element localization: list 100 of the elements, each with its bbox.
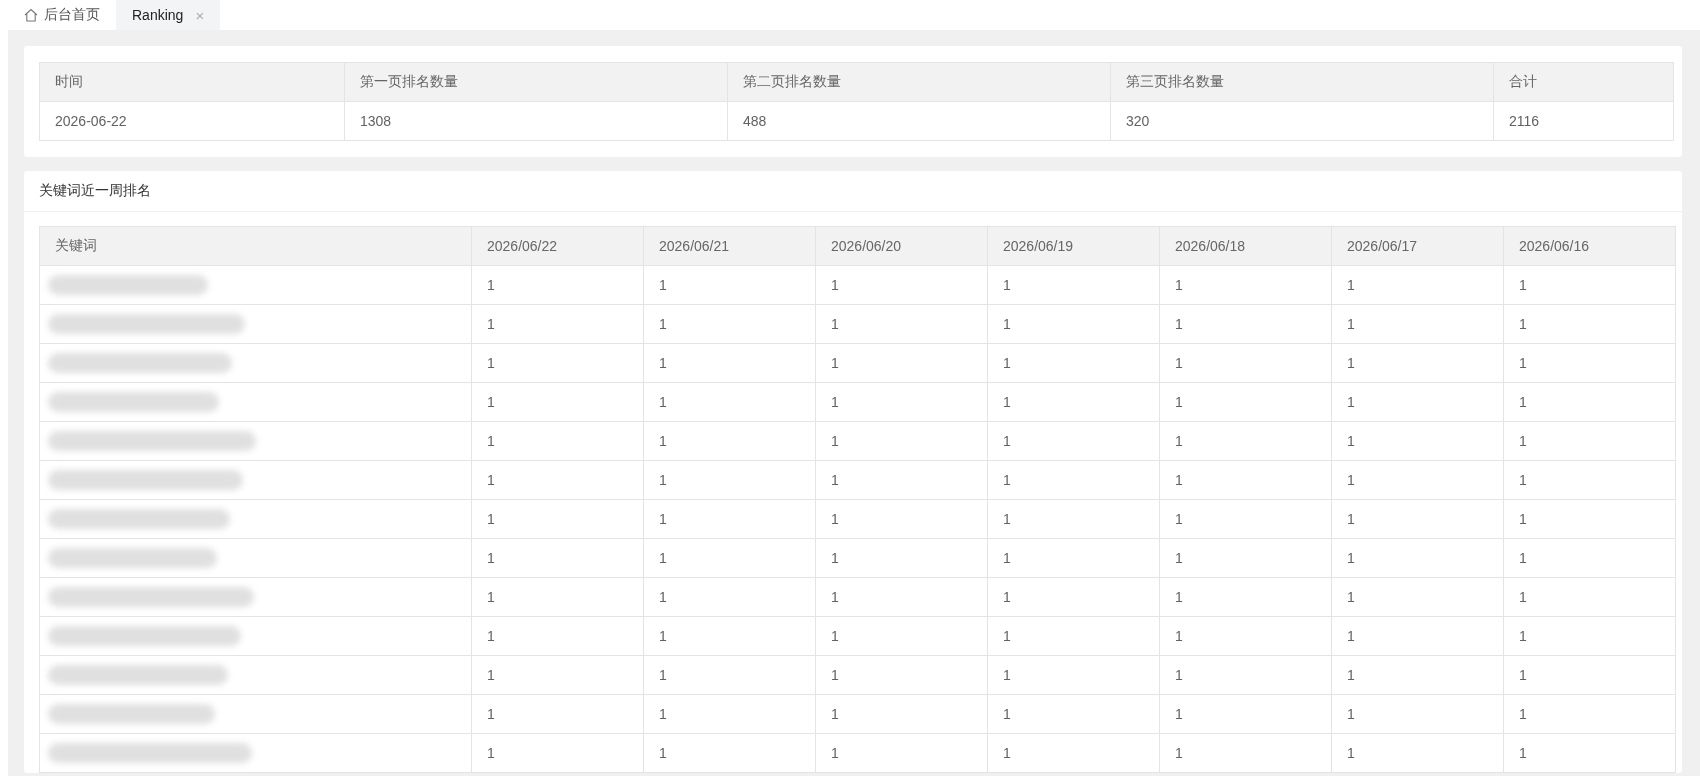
table-cell: 1	[487, 433, 495, 449]
column-header: 第一页排名数量	[360, 73, 458, 89]
table-cell: 1	[487, 550, 495, 566]
table-cell: 1	[1347, 511, 1355, 527]
table-cell: 1	[831, 628, 839, 644]
table-cell: 1	[831, 550, 839, 566]
table-cell: 1	[1347, 277, 1355, 293]
table-cell: 1	[659, 550, 667, 566]
table-cell: 1	[1175, 667, 1183, 683]
table-cell: 1	[1519, 511, 1527, 527]
table-cell: 1	[487, 511, 495, 527]
table-cell: 1	[1519, 472, 1527, 488]
table-cell: 1	[659, 511, 667, 527]
table-cell: 1	[1175, 355, 1183, 371]
table-cell: 1	[659, 628, 667, 644]
table-cell: 1	[1347, 394, 1355, 410]
table-cell: 1	[1175, 511, 1183, 527]
table-cell: 1	[1519, 550, 1527, 566]
table-cell: 1	[831, 667, 839, 683]
table-cell: 1	[1003, 277, 1011, 293]
table-cell: 1	[1347, 628, 1355, 644]
column-header: 合计	[1509, 73, 1537, 89]
column-header: 2026/06/22	[487, 238, 558, 254]
table-cell: 1	[1003, 706, 1011, 722]
table-cell: 1	[1003, 550, 1011, 566]
table-cell: 2026-06-22	[55, 113, 127, 129]
table-cell: 1	[1175, 628, 1183, 644]
table-cell: 1	[1003, 355, 1011, 371]
table-cell: 1	[1003, 433, 1011, 449]
column-header: 2026/06/17	[1347, 238, 1418, 254]
table-cell: 1	[1519, 355, 1527, 371]
table-cell: 1	[1003, 472, 1011, 488]
table-cell: 1	[487, 355, 495, 371]
column-header: 2026/06/16	[1519, 238, 1590, 254]
table-cell: 320	[1126, 113, 1150, 129]
table-cell: 1	[1347, 433, 1355, 449]
table-cell: 1	[487, 589, 495, 605]
table-cell: 1	[487, 394, 495, 410]
table-cell: 1	[831, 355, 839, 371]
table-cell: 1	[487, 706, 495, 722]
table-cell: 1	[1519, 394, 1527, 410]
table-cell: 1	[1003, 394, 1011, 410]
table-cell: 1	[1519, 433, 1527, 449]
column-header: 关键词	[55, 237, 97, 253]
table-cell: 1	[1347, 745, 1355, 761]
table-cell: 1	[1175, 394, 1183, 410]
table-cell: 1	[1519, 667, 1527, 683]
table-cell: 1	[659, 589, 667, 605]
table-cell: 1	[1347, 472, 1355, 488]
table-cell: 1	[1519, 745, 1527, 761]
table-cell: 1	[1347, 316, 1355, 332]
table-cell: 1	[1175, 433, 1183, 449]
table-cell: 1	[1175, 277, 1183, 293]
page-tab[interactable]: 后台首页	[8, 0, 116, 30]
table-cell: 1	[659, 355, 667, 371]
table-cell: 1	[659, 706, 667, 722]
table-cell: 1	[831, 706, 839, 722]
column-header: 2026/06/19	[1003, 238, 1074, 254]
table-cell: 1	[659, 394, 667, 410]
table-cell: 1	[1519, 316, 1527, 332]
table-cell: 1	[831, 316, 839, 332]
table-cell: 1	[659, 316, 667, 332]
card-title: 关键词近一周排名	[39, 182, 151, 200]
table-cell: 1	[831, 511, 839, 527]
home-icon	[24, 8, 38, 22]
page-tab[interactable]: Ranking ×	[116, 0, 221, 30]
table-cell: 1	[1175, 589, 1183, 605]
table-cell: 1	[659, 277, 667, 293]
table-cell: 1	[1519, 706, 1527, 722]
table-cell: 1	[1175, 550, 1183, 566]
column-header: 2026/06/18	[1175, 238, 1246, 254]
table-cell: 1	[831, 472, 839, 488]
table-cell: 1	[1347, 667, 1355, 683]
table-cell: 1308	[360, 113, 392, 129]
table-cell: 1	[831, 277, 839, 293]
table-cell: 1	[1175, 472, 1183, 488]
table-cell: 1	[1003, 589, 1011, 605]
table-cell: 1	[659, 667, 667, 683]
table-cell: 1	[659, 472, 667, 488]
table-cell: 1	[1347, 355, 1355, 371]
table-cell: 1	[487, 745, 495, 761]
table-cell: 1	[831, 589, 839, 605]
table-cell: 1	[831, 745, 839, 761]
table-cell: 1	[1175, 745, 1183, 761]
table-cell: 1	[1347, 589, 1355, 605]
table-cell: 1	[1003, 628, 1011, 644]
table-cell: 1	[1003, 511, 1011, 527]
table-cell: 1	[487, 472, 495, 488]
table-cell: 488	[743, 113, 767, 129]
table-cell: 1	[1003, 745, 1011, 761]
column-header: 第二页排名数量	[743, 73, 841, 89]
table-cell: 1	[487, 316, 495, 332]
table-cell: 1	[487, 667, 495, 683]
table-cell: 1	[1175, 706, 1183, 722]
table-cell: 1	[1003, 667, 1011, 683]
table-cell: 1	[831, 394, 839, 410]
table-cell: 1	[1175, 316, 1183, 332]
table-cell: 1	[1347, 550, 1355, 566]
table-cell: 1	[1519, 589, 1527, 605]
table-cell: 1	[1003, 316, 1011, 332]
